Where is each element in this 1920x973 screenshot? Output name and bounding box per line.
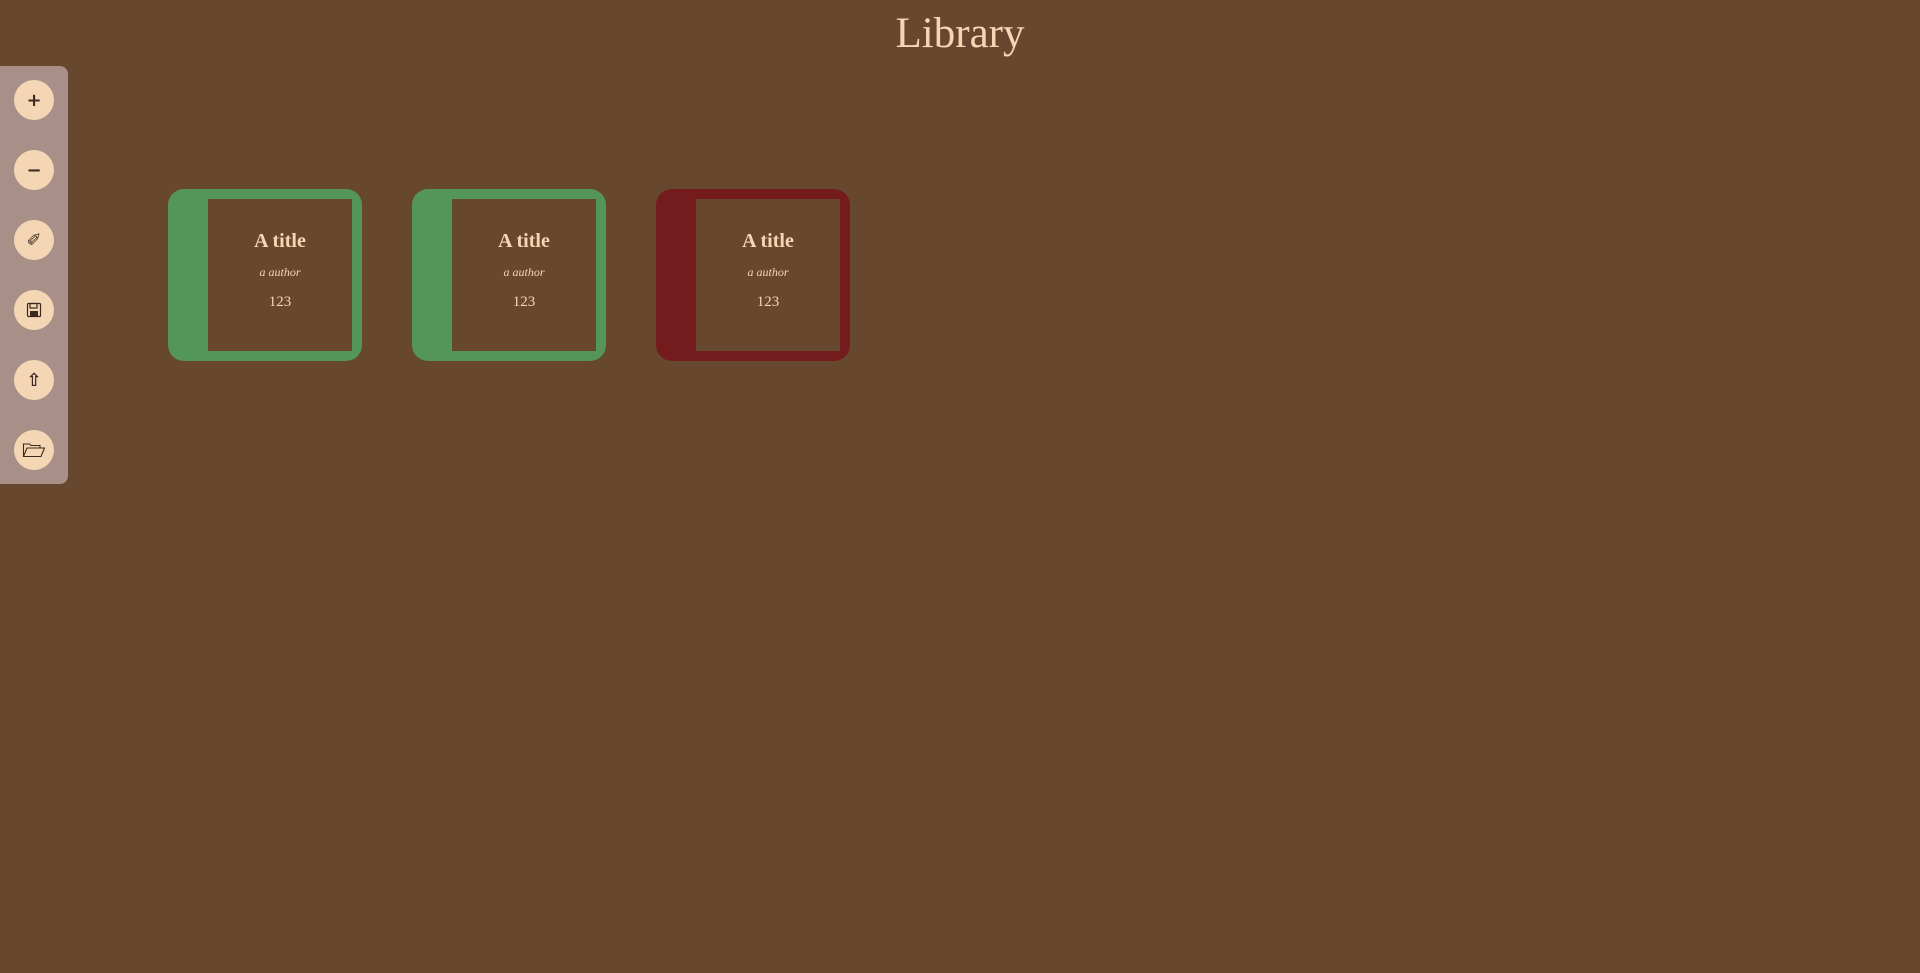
book-pages: 123	[756, 294, 780, 310]
floppy-disk-icon	[26, 302, 42, 318]
book-author: a author	[503, 265, 545, 279]
page-title: Library	[895, 10, 1025, 57]
book-author: a author	[747, 265, 789, 279]
minus-icon: −	[26, 159, 42, 181]
book-pages: 123	[268, 294, 292, 310]
book-card-body: A title a author 123	[452, 199, 596, 351]
folder-open-icon	[22, 442, 46, 458]
book-title: A title	[498, 230, 550, 252]
book-card[interactable]: A title a author 123	[168, 189, 362, 361]
save-button[interactable]	[14, 290, 54, 330]
plus-icon: +	[26, 89, 42, 111]
book-title: A title	[742, 230, 794, 252]
toolbar: + − ✐ ⇧	[0, 66, 68, 484]
book-author: a author	[259, 265, 301, 279]
book-card-body: A title a author 123	[696, 199, 840, 351]
upload-button[interactable]: ⇧	[14, 360, 54, 400]
book-card-body: A title a author 123	[208, 199, 352, 351]
upload-arrow-icon: ⇧	[26, 369, 42, 391]
add-book-button[interactable]: +	[14, 80, 54, 120]
book-card[interactable]: A title a author 123	[656, 189, 850, 361]
book-card[interactable]: A title a author 123	[412, 189, 606, 361]
book-title: A title	[254, 230, 306, 252]
book-pages: 123	[512, 294, 536, 310]
open-folder-button[interactable]	[14, 430, 54, 470]
pencil-icon: ✐	[26, 229, 42, 251]
remove-book-button[interactable]: −	[14, 150, 54, 190]
edit-book-button[interactable]: ✐	[14, 220, 54, 260]
